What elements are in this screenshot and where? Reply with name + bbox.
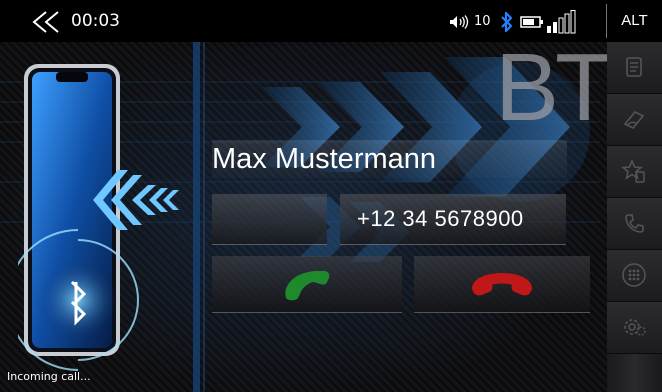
status-bar: 00:03 10 ALT — [0, 0, 662, 42]
handset-green-icon — [285, 271, 330, 301]
call-history-icon — [623, 111, 645, 129]
function-sidebar — [607, 42, 662, 392]
bluetooth-icon — [501, 11, 513, 33]
sidebar-item-phonebook[interactable] — [607, 42, 662, 94]
alt-button[interactable]: ALT — [607, 0, 662, 42]
decline-call-button[interactable] — [414, 256, 590, 313]
accept-call-button[interactable] — [212, 256, 402, 313]
phonebook-icon — [626, 57, 642, 77]
favorites-icon — [621, 159, 645, 183]
bluetooth-phone-screen: BT 00:03 10 ALT Max Mustermann +12 34 56… — [0, 0, 662, 392]
call-timer: 00:03 — [71, 11, 120, 31]
sidebar-item-redial[interactable] — [607, 198, 662, 250]
caller-photo-box — [212, 194, 327, 245]
bt-watermark: BT — [495, 34, 614, 141]
settings-icon — [624, 319, 646, 336]
speaker-icon — [450, 15, 469, 29]
sidebar-item-call-history[interactable] — [607, 94, 662, 146]
signal-bars-icon — [547, 10, 576, 34]
sidebar-item-favorites[interactable] — [607, 146, 662, 198]
caller-number: +12 34 5678900 — [357, 206, 524, 231]
dialpad-icon — [622, 263, 646, 287]
sidebar-item-settings[interactable] — [607, 302, 662, 354]
battery-icon — [520, 16, 543, 28]
smartphone-bluetooth-illustration — [18, 64, 179, 371]
sidebar-item-dialpad[interactable] — [607, 250, 662, 302]
handset-red-icon — [472, 273, 532, 296]
caller-number-box: +12 34 5678900 — [340, 194, 566, 245]
back-double-chevron-icon[interactable] — [30, 9, 64, 35]
caller-name: Max Mustermann — [212, 140, 567, 178]
redial-icon — [625, 214, 644, 233]
volume-level: 10 — [474, 14, 491, 29]
call-status-text: Incoming call... — [7, 370, 91, 383]
